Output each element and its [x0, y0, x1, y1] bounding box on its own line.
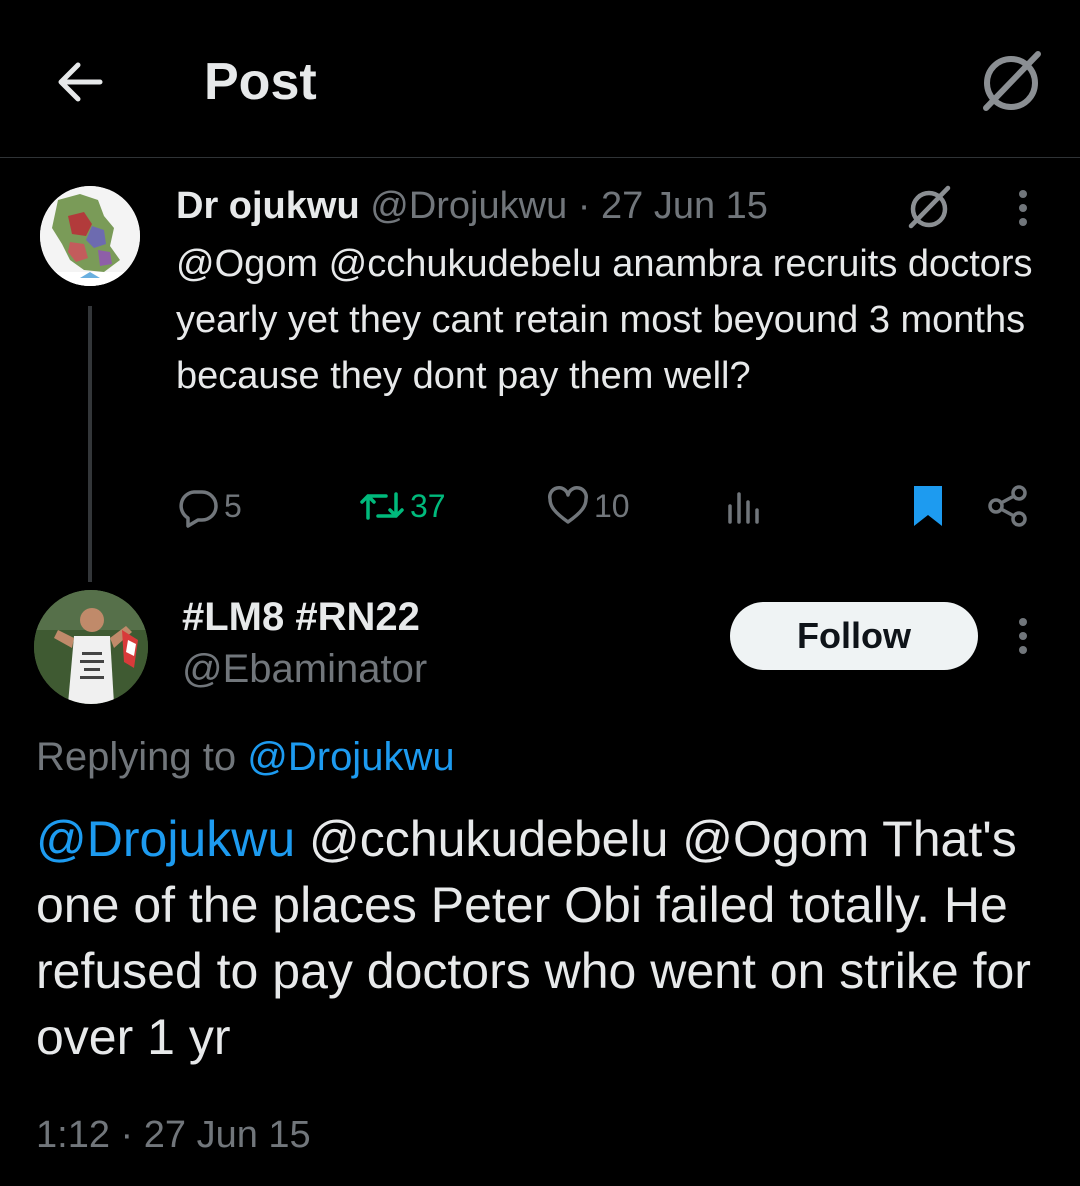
- grok-button[interactable]: [976, 48, 1046, 114]
- more-vertical-icon: [1019, 618, 1027, 654]
- bookmark-icon: [914, 486, 942, 526]
- timestamp[interactable]: 1:12 · 27 Jun 15: [36, 1110, 311, 1160]
- reply-text: @Drojukwu @cchukudebelu @Ogom That's one…: [36, 806, 1056, 1070]
- page-title: Post: [204, 53, 317, 111]
- grok-icon: [908, 185, 951, 229]
- avatar[interactable]: [40, 186, 140, 286]
- arrow-left-icon: [58, 62, 103, 102]
- author-name[interactable]: #LM8 #RN22: [182, 592, 420, 642]
- author-name[interactable]: Dr ojukwu: [176, 185, 360, 227]
- bookmark-button[interactable]: [906, 480, 950, 532]
- retweet-count: 37: [410, 487, 446, 524]
- grok-button[interactable]: [904, 184, 954, 230]
- like-button[interactable]: 10: [546, 480, 630, 532]
- heart-icon: [548, 486, 588, 524]
- tweet-text: @Ogom @cchukudebelu anambra recruits doc…: [176, 243, 1033, 397]
- reply-count: 5: [224, 487, 242, 524]
- reply-icon: [179, 490, 218, 528]
- views-button[interactable]: [722, 480, 766, 532]
- share-icon: [988, 485, 1027, 527]
- tweet-header: Dr ojukwu @Drojukwu · 27 Jun 15: [176, 182, 768, 230]
- replying-to: Replying to @Drojukwu: [36, 732, 455, 782]
- post-date: 27 Jun 15: [143, 1114, 311, 1156]
- post-time: 1:12: [36, 1114, 110, 1156]
- share-button[interactable]: [984, 480, 1032, 532]
- replying-prefix: Replying to: [36, 735, 237, 779]
- replying-to-link[interactable]: @Drojukwu: [247, 735, 454, 779]
- reply-button[interactable]: 5: [176, 480, 242, 532]
- retweet-button[interactable]: 37: [358, 480, 446, 532]
- map-avatar-image: [40, 186, 140, 286]
- mention-link[interactable]: @Drojukwu: [36, 811, 295, 867]
- grok-icon: [983, 51, 1041, 111]
- follow-button[interactable]: Follow: [730, 602, 978, 670]
- top-bar: Post: [0, 0, 1080, 158]
- thread-line: [88, 306, 92, 582]
- more-vertical-icon: [1019, 190, 1027, 226]
- analytics-icon: [728, 492, 759, 524]
- avatar[interactable]: [34, 590, 148, 704]
- separator-dot: ·: [577, 185, 591, 227]
- separator-dot: ·: [120, 1114, 134, 1156]
- back-button[interactable]: [50, 52, 110, 112]
- more-options-button[interactable]: [1008, 614, 1038, 658]
- author-handle[interactable]: @Drojukwu: [370, 185, 567, 227]
- retweet-icon: [360, 492, 404, 520]
- like-count: 10: [594, 487, 630, 524]
- more-options-button[interactable]: [1008, 186, 1038, 230]
- author-handle[interactable]: @Ebaminator: [182, 644, 427, 694]
- tweet-actions: 5 37 10: [176, 480, 1036, 532]
- player-avatar-image: [34, 590, 148, 704]
- tweet-date[interactable]: 27 Jun 15: [601, 185, 768, 227]
